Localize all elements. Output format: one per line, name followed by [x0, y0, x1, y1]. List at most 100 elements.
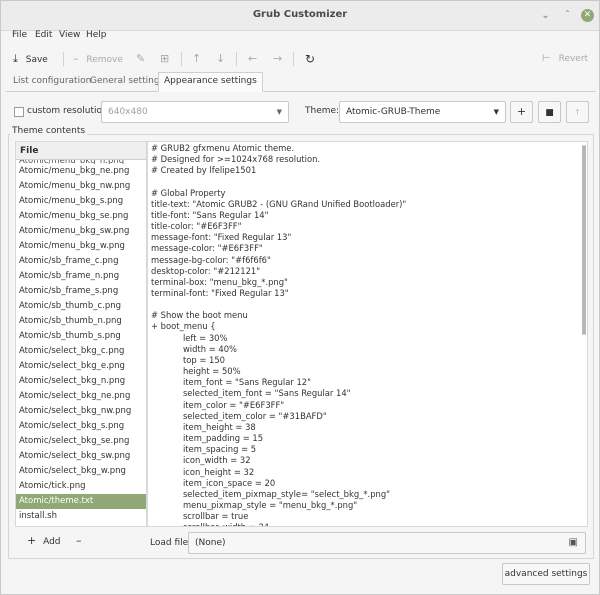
- list-item[interactable]: install.sh: [16, 509, 146, 524]
- editor-line: selected_item_font = "Sans Regular 14": [151, 388, 351, 399]
- application-window: Grub Customizer ⌄ ˆ ✕ File Edit View Hel…: [0, 0, 600, 595]
- menu-edit[interactable]: Edit: [35, 30, 52, 40]
- editor-line: title-font: "Sans Regular 14": [151, 209, 269, 220]
- editor-line: height = 50%: [151, 366, 241, 377]
- menu-help[interactable]: Help: [86, 30, 107, 40]
- list-item[interactable]: Atomic/select_bkg_e.png: [16, 359, 146, 374]
- list-item[interactable]: Atomic/sb_thumb_c.png: [16, 299, 146, 314]
- save-button[interactable]: ⤓ Save: [13, 51, 48, 67]
- editor-line: # GRUB2 gfxmenu Atomic theme.: [151, 143, 295, 153]
- list-item[interactable]: Atomic/theme.txt: [16, 494, 146, 509]
- custom-resolution-checkbox[interactable]: [14, 107, 24, 117]
- list-item[interactable]: Atomic/menu_bkg_nw.png: [16, 179, 146, 194]
- plus-icon: +: [27, 534, 37, 547]
- list-item[interactable]: Atomic/menu_bkg_w.png: [16, 239, 146, 254]
- remove-button[interactable]: – Remove: [73, 51, 123, 67]
- editor-line: title-color: "#E6F3FF": [151, 221, 242, 232]
- editor-text[interactable]: # GRUB2 gfxmenu Atomic theme. # Designed …: [151, 143, 577, 526]
- list-item[interactable]: Atomic/select_bkg_ne.png: [16, 389, 146, 404]
- revert-label: Revert: [558, 54, 589, 64]
- list-item[interactable]: Atomic/sb_frame_c.png: [16, 254, 146, 269]
- minus-icon: –: [73, 52, 79, 65]
- list-item[interactable]: Atomic/menu_bkg_se.png: [16, 209, 146, 224]
- folder-icon: ▣: [568, 537, 578, 548]
- chevron-down-icon: ▼: [276, 108, 282, 116]
- list-item[interactable]: Atomic/tick.png: [16, 479, 146, 494]
- editor-line: # Created by lfelipe1501: [151, 165, 257, 176]
- list-item[interactable]: Atomic/sb_frame_n.png: [16, 269, 146, 284]
- move-down-icon[interactable]: ↓: [216, 51, 225, 67]
- tab-list-configuration[interactable]: List configuration: [8, 73, 96, 90]
- edit-icon[interactable]: ✎: [136, 51, 145, 67]
- editor-scrollbar[interactable]: [582, 145, 586, 335]
- create-entry-icon[interactable]: ⊞: [160, 51, 169, 67]
- minimize-icon[interactable]: ⌄: [539, 9, 552, 22]
- theme-label: Theme:: [305, 106, 340, 116]
- reload-icon[interactable]: ↻: [305, 51, 315, 67]
- editor-line: menu_pixmap_style = "menu_bkg_*.png": [151, 499, 358, 510]
- list-item[interactable]: Atomic/select_bkg_n.png: [16, 374, 146, 389]
- editor-line: message-font: "Fixed Regular 13": [151, 232, 292, 243]
- menu-file[interactable]: File: [12, 30, 27, 40]
- list-item[interactable]: Atomic/select_bkg_w.png: [16, 464, 146, 479]
- load-file-chooser[interactable]: (None) ▣: [188, 532, 586, 554]
- revert-button[interactable]: ⊢ Revert: [542, 51, 588, 67]
- file-list-items: Atomic/menu_bkg_n.pngAtomic/menu_bkg_ne.…: [16, 160, 146, 526]
- file-list[interactable]: File Atomic/menu_bkg_n.pngAtomic/menu_bk…: [15, 141, 147, 527]
- remove-file-button[interactable]: –: [76, 533, 82, 549]
- custom-resolution-label: custom resolution:: [27, 106, 111, 116]
- resolution-theme-row: custom resolution: 640x480 ▼ Theme: Atom…: [14, 101, 594, 123]
- editor-line: item_height = 38: [151, 421, 256, 432]
- title-bar[interactable]: Grub Customizer ⌄ ˆ ✕: [1, 1, 599, 31]
- theme-file-editor[interactable]: # GRUB2 gfxmenu Atomic theme. # Designed …: [147, 141, 588, 527]
- editor-line: item_font = "Sans Regular 12": [151, 377, 311, 388]
- move-right-icon[interactable]: →: [273, 51, 282, 67]
- editor-line: terminal-box: "menu_bkg_*.png": [151, 276, 288, 287]
- move-left-icon[interactable]: ←: [248, 51, 257, 67]
- list-item[interactable]: Atomic/menu_bkg_s.png: [16, 194, 146, 209]
- list-item[interactable]: Atomic/sb_frame_s.png: [16, 284, 146, 299]
- list-item[interactable]: Atomic/sb_thumb_n.png: [16, 314, 146, 329]
- advanced-settings-button[interactable]: advanced settings: [502, 563, 590, 585]
- list-item[interactable]: Atomic/sb_thumb_s.png: [16, 329, 146, 344]
- list-item[interactable]: Atomic/select_bkg_sw.png: [16, 449, 146, 464]
- toolbar-separator: [63, 52, 64, 66]
- delete-theme-button[interactable]: ■: [538, 101, 561, 123]
- load-file-label: Load file:: [150, 538, 192, 548]
- revert-icon: ⊢: [542, 53, 551, 64]
- toolbar-separator: [181, 52, 182, 66]
- list-item[interactable]: Atomic/menu_bkg_ne.png: [16, 164, 146, 179]
- install-theme-button[interactable]: ↑: [566, 101, 589, 123]
- resolution-combo[interactable]: 640x480 ▼: [101, 101, 289, 123]
- editor-line: item_padding = 15: [151, 433, 264, 444]
- add-file-button[interactable]: + Add: [27, 533, 61, 549]
- list-item[interactable]: Atomic/select_bkg_nw.png: [16, 404, 146, 419]
- editor-line: item_spacing = 5: [151, 444, 257, 455]
- editor-line: message-bg-color: "#f6f6f6": [151, 254, 271, 265]
- load-file-value: (None): [195, 538, 226, 548]
- tab-appearance-settings[interactable]: Appearance settings: [158, 72, 263, 92]
- close-icon[interactable]: ✕: [581, 9, 594, 22]
- editor-line: item_icon_space = 20: [151, 477, 276, 488]
- maximize-icon[interactable]: ˆ: [561, 9, 574, 22]
- editor-line: width = 40%: [151, 343, 237, 354]
- file-column-header[interactable]: File: [16, 142, 146, 160]
- trash-icon: ■: [545, 108, 554, 118]
- editor-line: scrollbar = true: [151, 511, 249, 522]
- remove-label: Remove: [86, 55, 123, 65]
- menu-view[interactable]: View: [59, 30, 80, 40]
- list-item[interactable]: Atomic/menu_bkg_sw.png: [16, 224, 146, 239]
- list-item[interactable]: Atomic/select_bkg_s.png: [16, 419, 146, 434]
- add-theme-button[interactable]: +: [510, 101, 533, 123]
- list-item[interactable]: Atomic/select_bkg_c.png: [16, 344, 146, 359]
- appearance-settings-panel: custom resolution: 640x480 ▼ Theme: Atom…: [6, 91, 596, 591]
- file-list-toolbar: + Add –: [15, 527, 147, 557]
- editor-line: message-color: "#E6F3FF": [151, 243, 263, 254]
- chevron-down-icon: ▼: [493, 108, 499, 116]
- theme-combo[interactable]: Atomic-GRUB-Theme ▼: [339, 101, 506, 123]
- editor-line: top = 150: [151, 354, 225, 365]
- editor-line: icon_width = 32: [151, 455, 251, 466]
- list-item[interactable]: Atomic/select_bkg_se.png: [16, 434, 146, 449]
- move-up-icon[interactable]: ↑: [192, 51, 201, 67]
- tab-general-settings[interactable]: General settings: [85, 73, 169, 90]
